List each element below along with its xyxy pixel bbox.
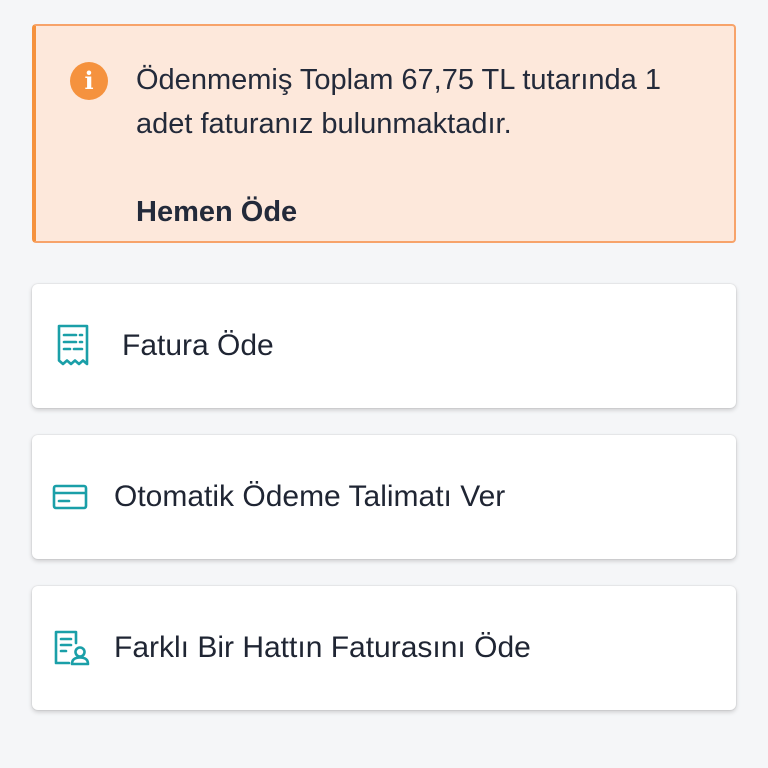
pay-now-link[interactable]: Hemen Öde	[136, 196, 297, 229]
auto-payment-label: Otomatik Ödeme Talimatı Ver	[114, 480, 506, 513]
pay-other-line-bill-button[interactable]: Farklı Bir Hattın Faturasını Öde	[32, 586, 736, 710]
info-icon: i	[70, 62, 108, 100]
pay-bill-button[interactable]: Fatura Öde	[32, 284, 736, 408]
auto-payment-button[interactable]: Otomatik Ödeme Talimatı Ver	[32, 435, 736, 559]
pay-bill-label: Fatura Öde	[122, 329, 274, 362]
receipt-icon	[56, 284, 90, 408]
pay-other-line-bill-label: Farklı Bir Hattın Faturasını Öde	[114, 631, 531, 664]
unpaid-bill-alert: i Ödenmemiş Toplam 67,75 TL tutarında 1 …	[32, 24, 736, 243]
alert-message: Ödenmemiş Toplam 67,75 TL tutarında 1 ad…	[136, 64, 661, 140]
credit-card-icon	[52, 435, 88, 559]
invoice-person-icon	[52, 586, 90, 710]
